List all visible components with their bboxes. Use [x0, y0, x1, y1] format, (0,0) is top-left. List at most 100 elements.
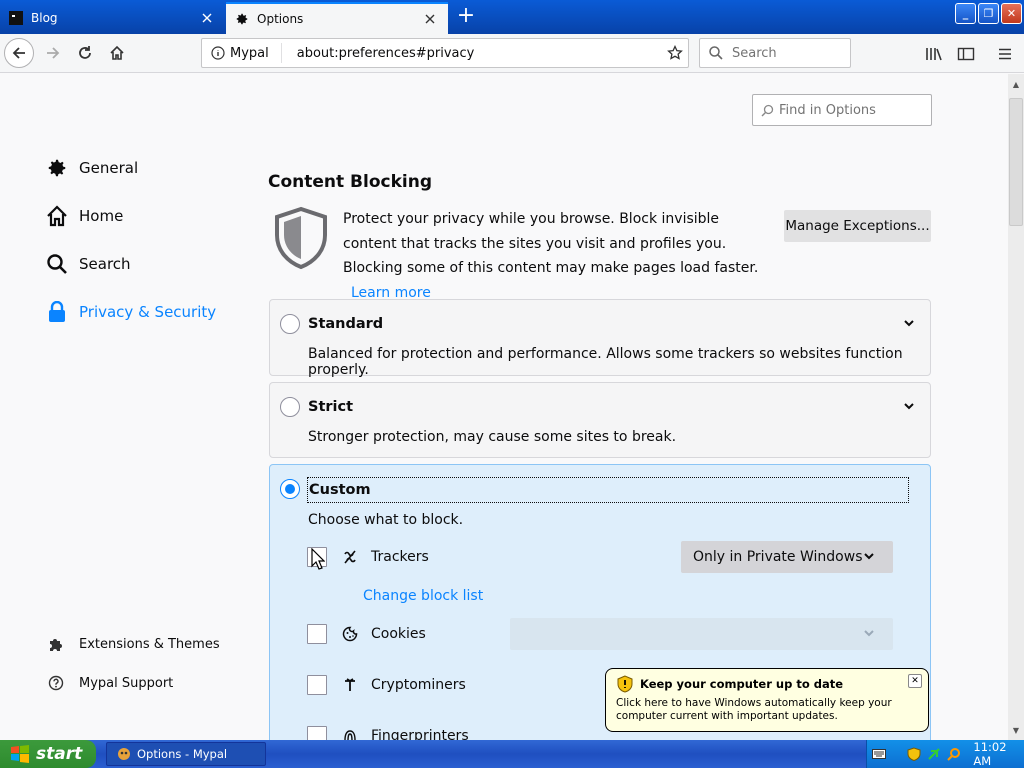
search-placeholder: Search [732, 45, 777, 61]
vertical-scrollbar[interactable]: ▲ ▼ [1008, 74, 1024, 740]
start-button[interactable]: start [0, 740, 96, 768]
taskbar: start Options - Mypal 11:02 AM [0, 740, 1024, 768]
manage-exceptions-button[interactable]: Manage Exceptions... [784, 210, 931, 242]
sidebar-item-privacy-security[interactable]: Privacy & Security [45, 300, 216, 324]
scroll-down-icon[interactable]: ▼ [1008, 722, 1024, 738]
tab-options[interactable]: Options [226, 2, 448, 34]
close-tab-icon[interactable] [199, 10, 215, 26]
new-tab-button[interactable]: + [454, 5, 478, 29]
back-arrow-icon [12, 47, 25, 59]
balloon-text: Click here to have Windows automatically… [616, 697, 892, 722]
sidebar-item-label: Extensions & Themes [79, 636, 220, 652]
fingerprinters-row: Fingerprinters [307, 726, 469, 740]
clock: 11:02 AM [973, 740, 1007, 768]
scroll-up-icon[interactable]: ▲ [1008, 76, 1024, 92]
browser-window: Blog Options + _ ❐ ✕ Mypal about:prefere… [0, 0, 1024, 768]
windows-logo-icon [11, 745, 29, 763]
chevron-down-icon[interactable] [902, 399, 916, 413]
minimize-button[interactable]: _ [955, 3, 976, 24]
close-window-button[interactable]: ✕ [1001, 3, 1022, 24]
nav-bar: Mypal about:preferences#privacy Search [0, 34, 1024, 73]
intro-text: Protect your privacy while you browse. B… [343, 211, 759, 276]
scrollbar-thumb[interactable] [1009, 98, 1023, 226]
sidebar-item-extensions-themes[interactable]: Extensions & Themes [47, 635, 220, 653]
sidebar-item-home[interactable]: Home [45, 204, 123, 228]
section-description: Protect your privacy while you browse. B… [343, 207, 763, 305]
library-button[interactable] [923, 43, 945, 65]
option-description: Balanced for protection and performance.… [308, 346, 903, 378]
taskbar-item-options[interactable]: Options - Mypal [106, 742, 266, 766]
security-alert-icon[interactable] [907, 746, 922, 762]
blog-favicon-icon [9, 11, 23, 25]
home-icon [45, 204, 69, 228]
window-controls: _ ❐ ✕ [955, 3, 1022, 24]
gear-icon [45, 156, 69, 180]
url-bar[interactable]: Mypal about:preferences#privacy [201, 38, 689, 68]
reload-button[interactable] [70, 38, 100, 68]
cookies-row: Cookies [307, 624, 426, 644]
sidebar-item-search[interactable]: Search [45, 252, 131, 276]
reload-icon [79, 46, 91, 59]
cookie-icon [341, 625, 359, 643]
bookmark-star-icon[interactable] [662, 45, 688, 61]
cryptominers-checkbox[interactable] [307, 675, 327, 695]
sidebar-item-label: Mypal Support [79, 675, 174, 691]
menu-button[interactable] [994, 43, 1016, 65]
standard-option-card[interactable]: Standard Balanced for protection and per… [269, 299, 931, 378]
strict-option-card[interactable]: Strict Stronger protection, may cause so… [269, 382, 931, 458]
cookies-label: Cookies [371, 626, 426, 642]
sidebar-toggle-button[interactable] [955, 43, 977, 65]
chevron-down-icon [864, 630, 874, 637]
shield-icon [275, 206, 327, 270]
strict-radio[interactable] [280, 397, 300, 417]
search-tray-icon[interactable] [947, 746, 962, 762]
cookies-checkbox[interactable] [307, 624, 327, 644]
search-icon [709, 46, 723, 60]
close-tab-icon[interactable] [422, 11, 438, 27]
lock-icon [45, 300, 69, 324]
forward-button[interactable] [38, 38, 68, 68]
library-icon [926, 48, 942, 61]
security-shield-icon [617, 675, 633, 693]
cryptominer-icon [341, 676, 359, 694]
sidebar-item-label: General [79, 159, 139, 177]
home-button[interactable] [102, 38, 132, 68]
search-icon [45, 252, 69, 276]
home-icon [110, 45, 124, 60]
gear-icon [235, 12, 249, 26]
cryptominers-row: Cryptominers [307, 675, 466, 695]
update-notification-balloon[interactable]: Keep your computer up to date ✕ Click he… [605, 668, 929, 732]
tab-strip: Blog Options + _ ❐ ✕ [0, 0, 1024, 34]
change-block-list-link[interactable]: Change block list [363, 588, 483, 604]
task-label: Options - Mypal [137, 747, 228, 761]
tracker-icon [341, 548, 359, 566]
start-label: start [36, 744, 83, 764]
sidebar-item-support[interactable]: Mypal Support [47, 674, 173, 692]
option-description: Stronger protection, may cause some site… [308, 429, 677, 445]
site-identity[interactable]: Mypal [202, 43, 282, 63]
trackers-scope-select[interactable]: Only in Private Windows [681, 541, 893, 573]
info-icon [211, 46, 225, 60]
search-bar[interactable]: Search [699, 38, 851, 68]
close-balloon-button[interactable]: ✕ [908, 674, 922, 688]
fingerprinters-checkbox[interactable] [307, 726, 327, 740]
cookies-select[interactable] [510, 618, 893, 650]
custom-radio[interactable] [280, 479, 300, 499]
help-icon [47, 674, 65, 692]
network-icon[interactable] [927, 746, 942, 762]
sidebar-item-general[interactable]: General [45, 156, 138, 180]
standard-radio[interactable] [280, 314, 300, 334]
back-button[interactable] [4, 38, 34, 68]
section-heading: Content Blocking [268, 172, 433, 192]
balloon-title: Keep your computer up to date [640, 677, 844, 691]
maximize-button[interactable]: ❐ [978, 3, 999, 24]
chevron-down-icon [864, 553, 874, 560]
puzzle-icon [47, 635, 65, 653]
find-placeholder: Find in Options [779, 102, 876, 118]
tab-blog[interactable]: Blog [0, 2, 225, 34]
find-in-options-input[interactable]: Find in Options [752, 94, 932, 126]
chevron-down-icon[interactable] [902, 316, 916, 330]
keyboard-icon[interactable] [872, 746, 887, 762]
trackers-select-value: Only in Private Windows [693, 549, 863, 565]
url-text[interactable]: about:preferences#privacy [297, 46, 662, 61]
